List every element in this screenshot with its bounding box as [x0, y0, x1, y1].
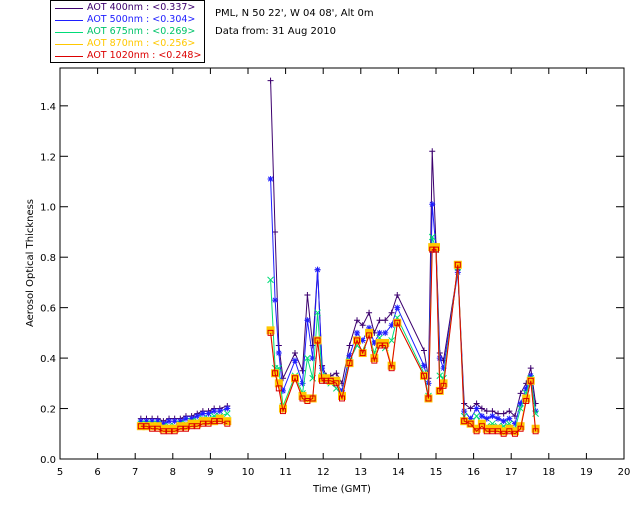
data-point [199, 410, 206, 417]
data-point [314, 266, 321, 273]
series-line [270, 178, 537, 425]
plot-frame [59, 67, 625, 460]
data-point [267, 175, 274, 182]
series-line [270, 80, 537, 418]
data-point [429, 201, 436, 208]
x-tick-label: 15 [430, 467, 443, 478]
data-point [272, 297, 279, 304]
data-point [346, 342, 353, 349]
data-point [500, 410, 507, 417]
x-tick-label: 12 [317, 467, 330, 478]
data-point [394, 292, 401, 299]
x-tick-label: 18 [542, 467, 555, 478]
data-point [292, 357, 298, 364]
series-2 [137, 233, 539, 433]
x-axis-title: Time (GMT) [312, 484, 371, 495]
plot-area [136, 77, 540, 437]
data-point [304, 292, 311, 299]
data-point [333, 370, 340, 377]
data-point [292, 350, 298, 357]
data-point [304, 317, 311, 324]
x-tick-label: 13 [354, 467, 367, 478]
y-tick-label: 0.2 [40, 405, 56, 416]
data-point [382, 329, 389, 336]
x-tick-label: 14 [392, 467, 405, 478]
data-point [376, 329, 383, 336]
data-point [299, 367, 306, 374]
data-point [473, 412, 480, 420]
x-tick-label: 20 [618, 467, 631, 478]
data-point [489, 413, 496, 420]
y-tick-label: 0.8 [40, 253, 56, 264]
data-point [224, 405, 231, 412]
x-tick-label: 16 [467, 467, 480, 478]
data-point [473, 405, 480, 412]
x-tick-label: 7 [132, 467, 138, 478]
y-axis-title: Aerosol Optical Thickness [25, 199, 36, 327]
x-tick-label: 6 [94, 467, 100, 478]
data-point [166, 418, 173, 425]
data-point [495, 415, 502, 422]
data-point [429, 148, 436, 155]
x-tick-label: 19 [580, 467, 593, 478]
x-tick-label: 10 [242, 467, 255, 478]
series-0 [137, 77, 539, 425]
data-point [267, 77, 274, 84]
aot-chart: 5 6 7 8 9 10 11 12 13 14 15 16 17 18 19 20 0.0 0.2 0.4 0.6… [25, 67, 631, 495]
y-tick-label: 0.4 [40, 354, 56, 365]
y-tick-label: 1.0 [40, 203, 56, 214]
x-tick-label: 8 [170, 467, 176, 478]
data-point [205, 410, 212, 417]
series-4 [137, 246, 539, 437]
x-axis: 5 6 7 8 9 10 11 12 13 14 15 16 17 18 19 20 [57, 68, 631, 478]
y-tick-label: 0.6 [40, 304, 56, 315]
y-tick-label: 0.0 [40, 455, 56, 466]
data-point [275, 350, 282, 357]
x-tick-label: 11 [279, 467, 292, 478]
x-tick-label: 9 [207, 467, 213, 478]
data-point [500, 418, 507, 425]
data-point [376, 317, 383, 324]
y-tick-label: 1.4 [40, 102, 56, 113]
x-tick-label: 17 [505, 467, 518, 478]
data-point [420, 347, 427, 354]
data-point [506, 415, 513, 422]
data-point [354, 329, 361, 336]
data-point [394, 304, 401, 311]
data-point [211, 408, 218, 415]
data-point [366, 309, 373, 316]
x-tick-label: 5 [57, 467, 63, 478]
data-point [216, 408, 223, 415]
data-point [527, 365, 534, 372]
y-tick-label: 1.2 [40, 152, 56, 163]
